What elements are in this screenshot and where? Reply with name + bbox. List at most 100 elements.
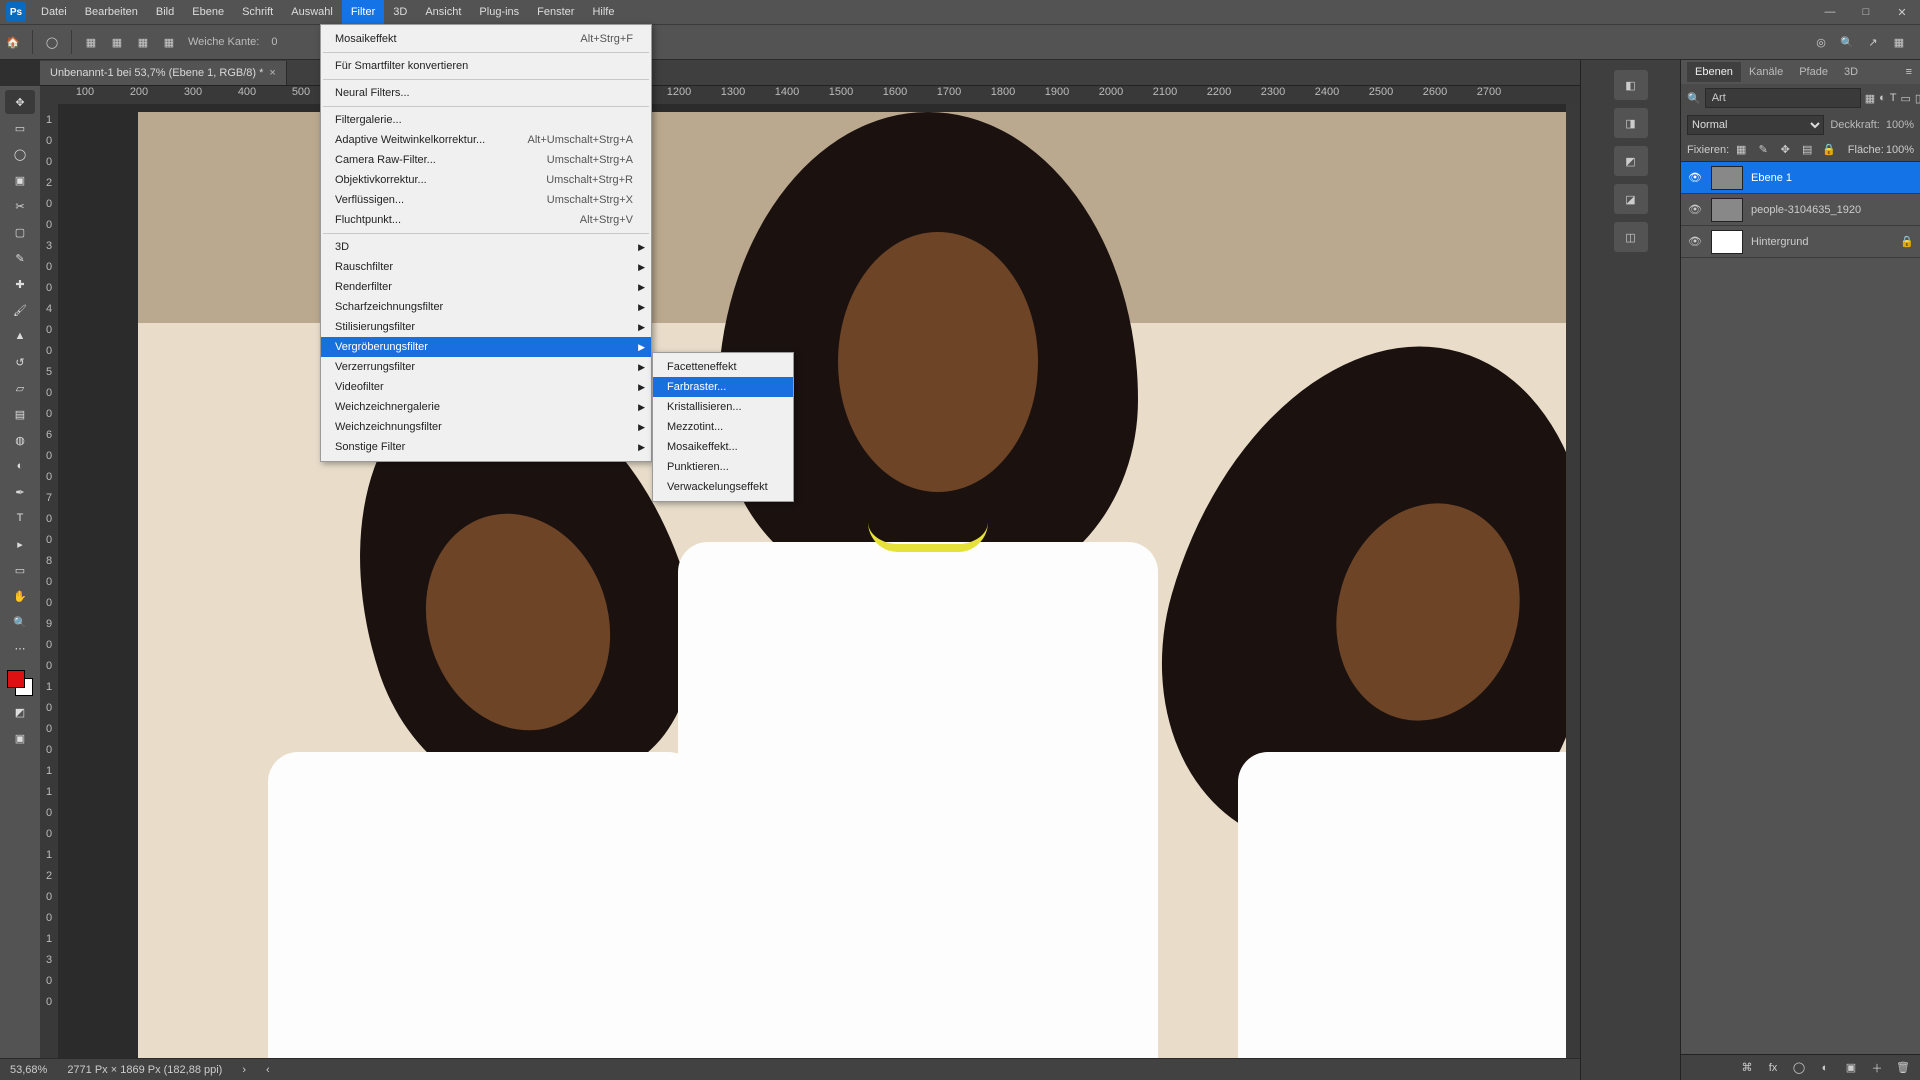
link-layers-icon[interactable]: ⌘ xyxy=(1736,1058,1758,1078)
layer-thumbnail[interactable] xyxy=(1711,230,1743,254)
layer-row[interactable]: 👁Hintergrund🔒 xyxy=(1681,226,1920,258)
dock-panel-icon[interactable]: ◫ xyxy=(1614,222,1648,252)
search-icon[interactable]: 🔍 xyxy=(1836,31,1858,53)
selection-add-icon[interactable]: ▦ xyxy=(106,31,128,53)
eraser-tool[interactable]: ▱ xyxy=(5,376,35,400)
home-icon[interactable]: 🏠 xyxy=(2,31,24,53)
new-layer-icon[interactable]: ＋ xyxy=(1866,1058,1888,1078)
menu-item[interactable]: Renderfilter▶ xyxy=(321,277,651,297)
panel-menu-icon[interactable]: ≡ xyxy=(1898,66,1920,78)
filter-smart-icon[interactable]: ◫ xyxy=(1915,88,1920,108)
filter-image-icon[interactable]: ▦ xyxy=(1865,88,1875,108)
eyedropper-tool[interactable]: ✎ xyxy=(5,246,35,270)
window-minimize-button[interactable]: — xyxy=(1812,0,1848,24)
menu-datei[interactable]: Datei xyxy=(32,0,76,24)
menu-fenster[interactable]: Fenster xyxy=(528,0,583,24)
hand-tool[interactable]: ✋ xyxy=(5,584,35,608)
menu-3d[interactable]: 3D xyxy=(384,0,416,24)
menu-item[interactable]: Fluchtpunkt...Alt+Strg+V xyxy=(321,210,651,230)
close-icon[interactable]: × xyxy=(269,61,275,85)
pen-tool[interactable]: ✒ xyxy=(5,480,35,504)
menu-item[interactable]: Scharfzeichnungsfilter▶ xyxy=(321,297,651,317)
foreground-color-swatch[interactable] xyxy=(7,670,25,688)
submenu-item[interactable]: Farbraster... xyxy=(653,377,793,397)
scrollbar-vertical[interactable] xyxy=(1566,104,1580,1058)
menu-bild[interactable]: Bild xyxy=(147,0,183,24)
menu-item[interactable]: Weichzeichnergalerie▶ xyxy=(321,397,651,417)
blend-mode-select[interactable]: Normal xyxy=(1687,115,1824,135)
menu-item[interactable]: MosaikeffektAlt+Strg+F xyxy=(321,29,651,49)
panel-tab-ebenen[interactable]: Ebenen xyxy=(1687,62,1741,82)
layer-filter-input[interactable] xyxy=(1705,88,1861,108)
feather-value[interactable]: 0 xyxy=(271,36,277,48)
cloud-docs-icon[interactable]: ◎ xyxy=(1810,31,1832,53)
filter-shape-icon[interactable]: ▭ xyxy=(1901,88,1911,108)
opacity-value[interactable]: 100% xyxy=(1886,119,1914,131)
history-brush-tool[interactable]: ↺ xyxy=(5,350,35,374)
lock-position-icon[interactable]: ✎ xyxy=(1753,141,1773,159)
menu-schrift[interactable]: Schrift xyxy=(233,0,282,24)
menu-item[interactable]: Objektivkorrektur...Umschalt+Strg+R xyxy=(321,170,651,190)
ruler-horizontal[interactable]: 1002003004005006007008009001000110012001… xyxy=(40,86,1580,104)
menu-item[interactable]: Verzerrungsfilter▶ xyxy=(321,357,651,377)
share-icon[interactable]: ↗ xyxy=(1862,31,1884,53)
dock-panel-icon[interactable]: ◧ xyxy=(1614,70,1648,100)
zoom-tool[interactable]: 🔍 xyxy=(5,610,35,634)
menu-hilfe[interactable]: Hilfe xyxy=(583,0,623,24)
menu-ansicht[interactable]: Ansicht xyxy=(416,0,470,24)
gradient-tool[interactable]: ▤ xyxy=(5,402,35,426)
lock-move-icon[interactable]: ✥ xyxy=(1775,141,1795,159)
selection-subtract-icon[interactable]: ▦ xyxy=(132,31,154,53)
menu-item[interactable]: Verflüssigen...Umschalt+Strg+X xyxy=(321,190,651,210)
menu-item[interactable]: Adaptive Weitwinkelkorrektur...Alt+Umsch… xyxy=(321,130,651,150)
dock-panel-icon[interactable]: ◩ xyxy=(1614,146,1648,176)
lasso-tool-preset-icon[interactable]: ◯ xyxy=(41,31,63,53)
edit-toolbar[interactable]: ⋯ xyxy=(5,636,35,660)
visibility-icon[interactable]: 👁 xyxy=(1687,203,1703,216)
fill-value[interactable]: 100% xyxy=(1886,144,1914,156)
quickmask-tool[interactable]: ◩ xyxy=(5,700,35,724)
menu-bearbeiten[interactable]: Bearbeiten xyxy=(76,0,147,24)
layer-row[interactable]: 👁Ebene 1 xyxy=(1681,162,1920,194)
menu-item[interactable]: Filtergalerie... xyxy=(321,110,651,130)
workspace-icon[interactable]: ▦ xyxy=(1888,31,1910,53)
move-tool[interactable]: ✥ xyxy=(5,90,35,114)
lock-pixels-icon[interactable]: ▦ xyxy=(1731,141,1751,159)
layer-thumbnail[interactable] xyxy=(1711,198,1743,222)
selection-new-icon[interactable]: ▦ xyxy=(80,31,102,53)
screen-mode-tool[interactable]: ▣ xyxy=(5,726,35,750)
menu-item[interactable]: Neural Filters... xyxy=(321,83,651,103)
menu-item[interactable]: Weichzeichnungsfilter▶ xyxy=(321,417,651,437)
menu-item[interactable]: Sonstige Filter▶ xyxy=(321,437,651,457)
menu-plug-ins[interactable]: Plug-ins xyxy=(470,0,528,24)
dock-panel-icon[interactable]: ◨ xyxy=(1614,108,1648,138)
healing-tool[interactable]: ✚ xyxy=(5,272,35,296)
selection-intersect-icon[interactable]: ▦ xyxy=(158,31,180,53)
visibility-icon[interactable]: 👁 xyxy=(1687,235,1703,248)
submenu-item[interactable]: Kristallisieren... xyxy=(653,397,793,417)
filter-adjustment-icon[interactable]: ◐ xyxy=(1879,88,1886,108)
menu-ebene[interactable]: Ebene xyxy=(183,0,233,24)
panel-tab-pfade[interactable]: Pfade xyxy=(1791,62,1836,82)
window-close-button[interactable]: ✕ xyxy=(1884,0,1920,24)
submenu-item[interactable]: Verwackelungseffekt xyxy=(653,477,793,497)
status-arrow-right-icon[interactable]: › xyxy=(242,1064,246,1076)
brush-tool[interactable]: 🖌 xyxy=(5,298,35,322)
layer-row[interactable]: 👁people-3104635_1920 xyxy=(1681,194,1920,226)
menu-item[interactable]: Videofilter▶ xyxy=(321,377,651,397)
crop-tool[interactable]: ✂ xyxy=(5,194,35,218)
path-select-tool[interactable]: ▸ xyxy=(5,532,35,556)
blur-tool[interactable]: ◍ xyxy=(5,428,35,452)
submenu-item[interactable]: Mezzotint... xyxy=(653,417,793,437)
color-swatches[interactable] xyxy=(5,668,35,698)
marquee-tool[interactable]: ▭ xyxy=(5,116,35,140)
menu-item[interactable]: Camera Raw-Filter...Umschalt+Strg+A xyxy=(321,150,651,170)
menu-item[interactable]: Stilisierungsfilter▶ xyxy=(321,317,651,337)
ruler-vertical[interactable]: 1002003004005006007008009001000110012001… xyxy=(40,104,58,1058)
group-icon[interactable]: ▣ xyxy=(1840,1058,1862,1078)
layer-mask-icon[interactable]: ◯ xyxy=(1788,1058,1810,1078)
adjustment-layer-icon[interactable]: ◐ xyxy=(1814,1058,1836,1078)
menu-item[interactable]: Vergröberungsfilter▶ xyxy=(321,337,651,357)
type-tool[interactable]: T xyxy=(5,506,35,530)
rectangle-tool[interactable]: ▭ xyxy=(5,558,35,582)
